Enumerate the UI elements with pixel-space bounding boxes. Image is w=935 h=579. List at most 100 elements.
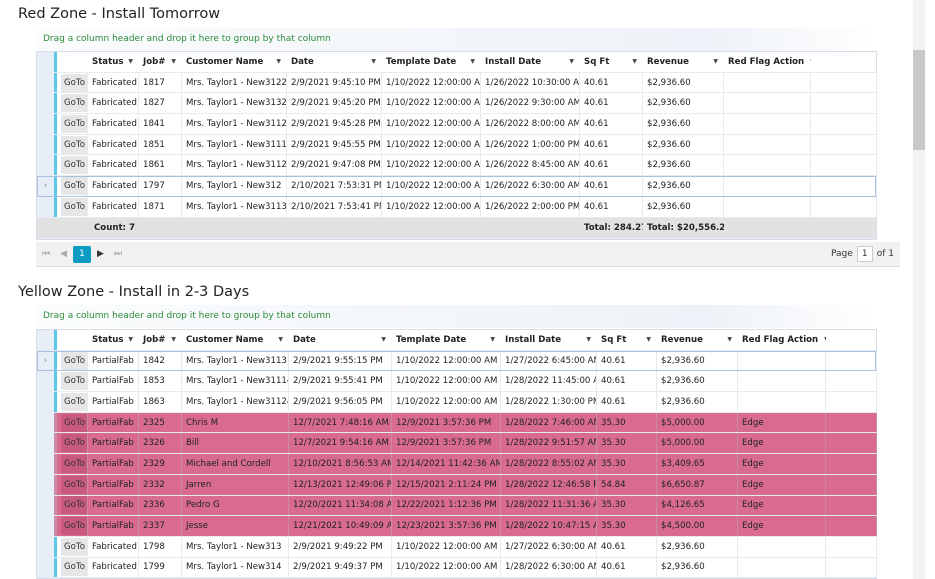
goto-button[interactable]: GoTo <box>61 114 87 133</box>
page-1-button[interactable]: 1 <box>73 245 92 263</box>
column-header-3[interactable]: Date ▼ <box>287 52 382 72</box>
filter-icon[interactable]: ▼ <box>128 58 133 65</box>
goto-button[interactable]: GoTo <box>61 73 87 92</box>
column-header-4[interactable]: Template Date ▼ <box>392 330 501 350</box>
filter-icon[interactable]: ▼ <box>371 58 376 65</box>
table-row[interactable]: GoTo PartialFab 2325 Chris M 12/7/2021 7:48:… <box>37 412 877 434</box>
column-header-8[interactable]: Red Flag Action▼ <box>738 330 826 350</box>
table-row[interactable]: GoTo Fabricated 1851 Mrs. Taylor1 - New3111… <box>37 134 877 156</box>
column-header-4[interactable]: Template Date ▼ <box>382 52 481 72</box>
last-page-icon[interactable]: ⏭ <box>114 249 122 259</box>
cell-2: Mrs. Taylor1 - New31132 <box>182 196 287 217</box>
table-row[interactable]: GoTo Fabricated 1798 Mrs. Taylor1 - New313 2… <box>37 536 877 558</box>
table-row[interactable]: GoTo Fabricated 1841 Mrs. Taylor1 - New3112… <box>37 114 877 135</box>
foot-blank <box>57 218 88 238</box>
table-row[interactable]: GoTo PartialFab 2336 Pedro G 12/20/2021 11:3… <box>37 495 877 517</box>
table-row[interactable]: GoTo PartialFab 2337 Jesse 12/21/2021 10:49:… <box>37 516 877 537</box>
goto-button[interactable]: GoTo <box>61 176 87 195</box>
goto-button[interactable]: GoTo <box>61 475 87 494</box>
cell-1: 2332 <box>139 474 182 495</box>
table-row[interactable]: GoTo PartialFab 1863 Mrs. Taylor1 - New3112… <box>37 392 877 413</box>
column-header-label: Date <box>291 56 314 67</box>
indicator-header <box>37 330 57 350</box>
scrollbar-thumb[interactable] <box>913 50 925 150</box>
filter-icon[interactable]: ▼ <box>128 336 133 343</box>
next-page-icon[interactable]: ▶ <box>97 249 104 259</box>
table-row[interactable]: GoTo Fabricated 1817 Mrs. Taylor1 - New3122… <box>37 72 877 94</box>
filter-icon[interactable]: ▼ <box>490 336 495 343</box>
column-header-6[interactable]: Sq Ft ▼ <box>597 330 657 350</box>
column-header-7[interactable]: Revenue ▼ <box>657 330 738 350</box>
table-row[interactable]: GoTo PartialFab 2332 Jarren 12/13/2021 12:49… <box>37 474 877 496</box>
cell-0: PartialFab <box>88 433 139 454</box>
red-group-panel[interactable]: Drag a column header and drop it here to… <box>36 28 877 51</box>
table-row[interactable]: GoTo PartialFab 1853 Mrs. Taylor1 - New3111… <box>37 371 877 393</box>
goto-button[interactable]: GoTo <box>61 372 87 391</box>
filter-icon[interactable]: ▼ <box>381 336 386 343</box>
goto-button[interactable]: GoTo <box>61 496 87 515</box>
column-header-1[interactable]: Job# ▼ <box>139 52 182 72</box>
goto-button[interactable]: GoTo <box>61 558 87 577</box>
goto-button[interactable]: GoTo <box>61 454 87 473</box>
cell-0: PartialFab <box>88 495 139 516</box>
column-header-8[interactable]: Red Flag Action▼ <box>724 52 811 72</box>
filter-icon[interactable]: ▼ <box>632 58 637 65</box>
column-header-3[interactable]: Date ▼ <box>289 330 392 350</box>
spacer-cell <box>811 134 877 155</box>
spacer-cell <box>826 454 877 474</box>
goto-button[interactable]: GoTo <box>61 537 87 556</box>
column-header-2[interactable]: Customer Name ▼ <box>182 330 289 350</box>
column-header-7[interactable]: Revenue ▼ <box>643 52 724 72</box>
page-label: Page <box>830 249 853 259</box>
filter-icon[interactable]: ▼ <box>171 58 176 65</box>
column-header-6[interactable]: Sq Ft ▼ <box>580 52 643 72</box>
table-row[interactable]: GoTo Fabricated 1861 Mrs. Taylor1 - New3112… <box>37 155 877 177</box>
filter-icon[interactable]: ▼ <box>713 58 718 65</box>
filter-icon[interactable]: ▼ <box>171 336 176 343</box>
goto-button[interactable]: GoTo <box>61 156 87 175</box>
table-row[interactable]: GoTo Fabricated 1871 Mrs. Taylor1 - New3113… <box>37 196 877 218</box>
goto-button[interactable]: GoTo <box>61 351 87 370</box>
row-indicator <box>37 557 57 578</box>
table-row[interactable]: GoTo PartialFab 2329 Michael and Cordell 12/… <box>37 454 877 475</box>
goto-button[interactable]: GoTo <box>61 94 87 113</box>
goto-button[interactable]: GoTo <box>61 392 87 411</box>
table-row[interactable]: › GoTo Fabricated 1797 Mrs. Taylor1 - New312… <box>37 176 877 197</box>
cell-4: 12/15/2021 2:11:24 PM <box>392 474 501 495</box>
column-header-0[interactable]: Status ▼ <box>88 330 139 350</box>
column-header-1[interactable]: Job# ▼ <box>139 330 182 350</box>
goto-button[interactable]: GoTo <box>61 413 87 432</box>
goto-button[interactable]: GoTo <box>61 517 87 536</box>
column-header-label: Template Date <box>386 56 457 67</box>
goto-button[interactable]: GoTo <box>61 135 87 154</box>
column-header-0[interactable]: Status ▼ <box>88 52 139 72</box>
table-row[interactable]: GoTo Fabricated 1799 Mrs. Taylor1 - New314 2… <box>37 557 877 579</box>
goto-button[interactable]: GoTo <box>61 197 87 216</box>
cell-0: Fabricated <box>88 176 139 196</box>
prev-page-icon[interactable]: ◀ <box>60 249 67 259</box>
column-header-5[interactable]: Install Date ▼ <box>501 330 597 350</box>
yellow-group-panel[interactable]: Drag a column header and drop it here to… <box>36 305 877 328</box>
goto-cell: GoTo <box>57 350 88 371</box>
table-row[interactable]: GoTo Fabricated 1827 Mrs. Taylor1 - New3132… <box>37 93 877 115</box>
table-row[interactable]: GoTo PartialFab 2326 Bill 12/7/2021 9:54:16 … <box>37 433 877 455</box>
filter-icon[interactable]: ▼ <box>646 336 651 343</box>
page-scrollbar[interactable] <box>913 0 925 579</box>
cell-8 <box>738 371 826 392</box>
spacer-cell <box>826 350 877 371</box>
cell-6: 40.61 <box>597 536 657 557</box>
table-row[interactable]: › GoTo PartialFab 1842 Mrs. Taylor1 - New311… <box>37 350 877 372</box>
first-page-icon[interactable]: ⏮ <box>42 249 50 259</box>
filter-icon[interactable]: ▼ <box>727 336 732 343</box>
yellow-zone-title: Yellow Zone - Install in 2-3 Days <box>18 284 250 300</box>
filter-icon[interactable]: ▼ <box>470 58 475 65</box>
filter-icon[interactable]: ▼ <box>278 336 283 343</box>
filter-icon[interactable]: ▼ <box>586 336 591 343</box>
filter-icon[interactable]: ▼ <box>569 58 574 65</box>
filter-icon[interactable]: ▼ <box>276 58 281 65</box>
yellow-zone-grid: Status ▼ Job# ▼ Customer Name ▼ Date ▼ Template … <box>36 329 877 579</box>
goto-button[interactable]: GoTo <box>61 434 87 453</box>
column-header-2[interactable]: Customer Name ▼ <box>182 52 287 72</box>
page-input[interactable]: 1 <box>856 246 873 262</box>
column-header-5[interactable]: Install Date ▼ <box>481 52 580 72</box>
